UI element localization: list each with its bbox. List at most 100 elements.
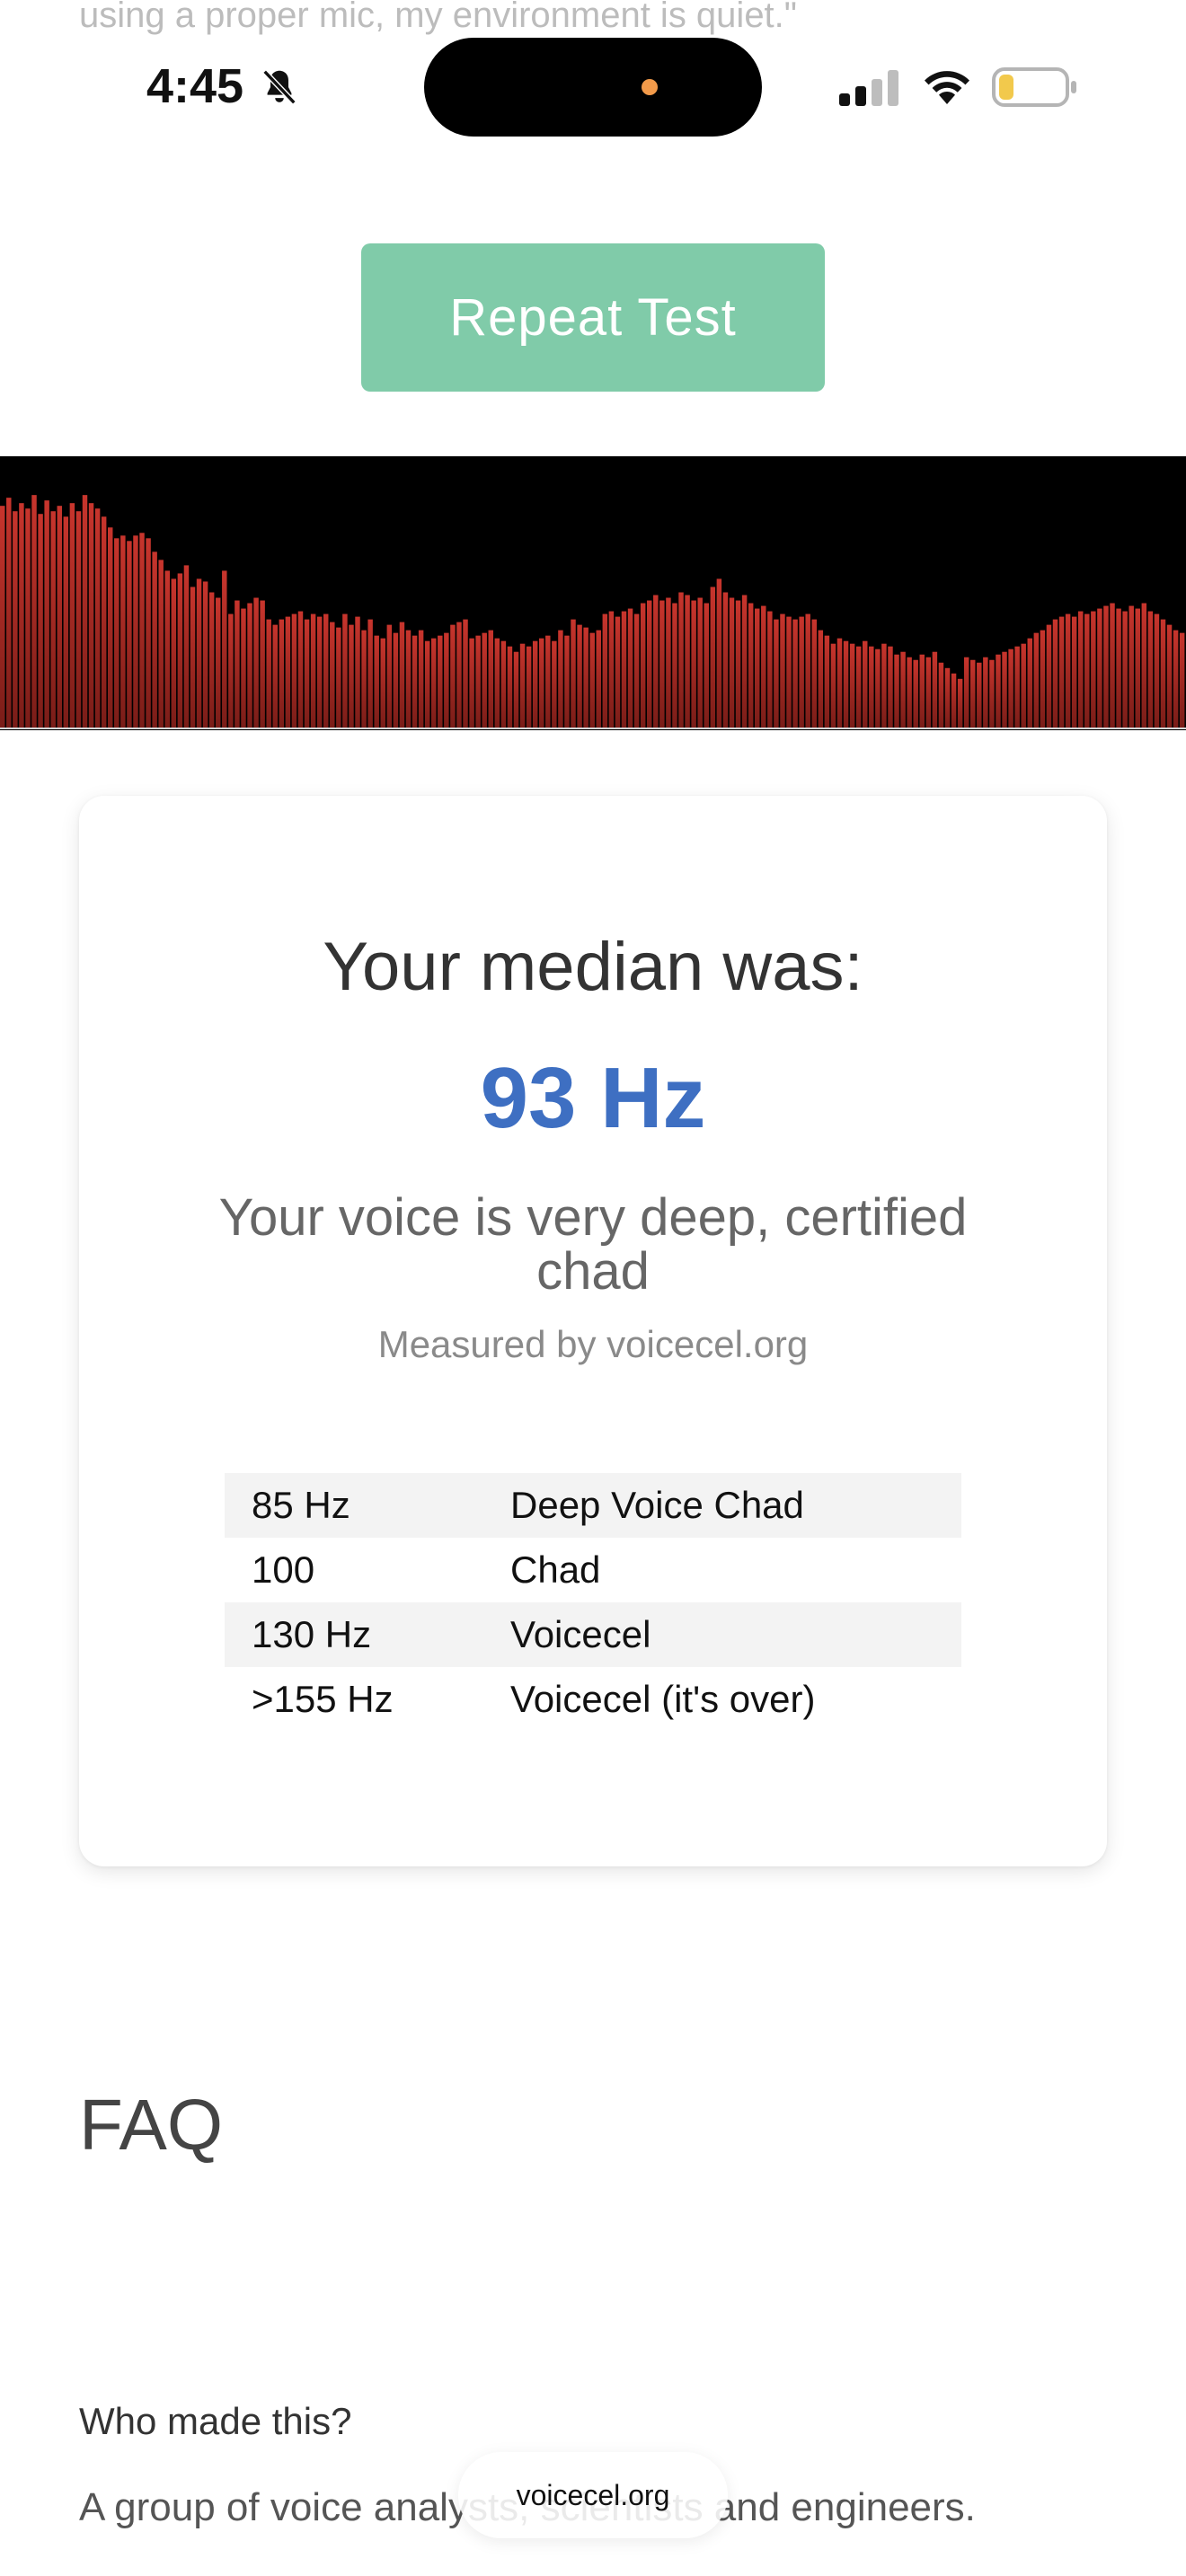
faq-question: Who made this? bbox=[79, 2400, 352, 2442]
visualizer-bar bbox=[1071, 616, 1077, 728]
visualizer-bar bbox=[805, 613, 810, 728]
visualizer-bar bbox=[463, 619, 468, 728]
visualizer-bar bbox=[685, 595, 690, 728]
visualizer-bar bbox=[691, 600, 696, 728]
visualizer-bar bbox=[241, 608, 246, 728]
visualizer-bar bbox=[146, 538, 151, 728]
range-frequency: >155 Hz bbox=[252, 1678, 394, 1720]
visualizer-bar bbox=[513, 651, 519, 728]
visualizer-bar bbox=[1008, 648, 1013, 728]
browser-url-bar[interactable]: voicecel.org bbox=[458, 2452, 728, 2538]
visualizer-bar bbox=[438, 635, 443, 728]
visualizer-bar bbox=[0, 506, 5, 728]
visualizer-bar bbox=[177, 573, 183, 728]
visualizer-bar bbox=[855, 646, 862, 728]
visualizer-bar bbox=[799, 616, 804, 728]
visualizer-bar bbox=[963, 657, 969, 728]
visualizer-bar bbox=[792, 619, 798, 728]
visualizer-bar bbox=[577, 624, 582, 728]
visualizer-bar bbox=[1052, 619, 1058, 728]
visualizer-bar bbox=[824, 635, 830, 728]
visualizer-bar bbox=[507, 646, 513, 728]
visualizer-bar bbox=[323, 613, 329, 728]
visualizer-bar bbox=[291, 613, 297, 728]
visualizer-bar bbox=[755, 608, 760, 728]
visualizer-bar bbox=[228, 613, 234, 728]
visualizer-bar bbox=[139, 533, 145, 728]
visualizer-bar bbox=[482, 632, 487, 728]
visualizer-bar bbox=[164, 570, 170, 728]
visualizer-bar bbox=[94, 508, 101, 728]
visualizer-bar bbox=[310, 613, 316, 728]
visualizer-bar bbox=[38, 514, 43, 728]
visualizer-bar bbox=[761, 605, 766, 728]
visualizer-bar bbox=[500, 640, 507, 728]
visualizer-bar bbox=[272, 624, 278, 728]
visualizer-bar bbox=[545, 635, 551, 728]
pitch-range-table: 85 Hz Deep Voice Chad 100 Chad 130 Hz Vo… bbox=[225, 1473, 961, 1732]
visualizer-bar bbox=[532, 640, 538, 728]
visualizer-bar bbox=[431, 638, 437, 728]
visualizer-bar bbox=[977, 662, 982, 728]
visualizer-bar bbox=[133, 535, 138, 728]
visualizer-bar bbox=[983, 657, 988, 728]
visualizer-bar bbox=[558, 630, 563, 728]
range-label: Deep Voice Chad bbox=[483, 1473, 961, 1538]
visualizer-bar bbox=[1078, 611, 1084, 728]
range-label: Voicecel (it's over) bbox=[510, 1678, 816, 1720]
visualizer-bar bbox=[564, 635, 570, 728]
visualizer-bar bbox=[6, 498, 12, 728]
visualizer-bar bbox=[1040, 630, 1046, 728]
visualizer-bar bbox=[50, 511, 56, 728]
visualizer-bar bbox=[235, 600, 240, 728]
visualizer-bar bbox=[951, 673, 957, 728]
visualizer-bar bbox=[488, 630, 493, 728]
visualizer-bar bbox=[697, 597, 703, 728]
visualizer-bar bbox=[526, 646, 532, 728]
wifi-icon bbox=[925, 71, 969, 104]
battery-low-icon bbox=[992, 67, 1076, 107]
frequency-visualizer bbox=[0, 456, 1186, 730]
previous-section-text: using a proper mic, my environment is qu… bbox=[79, 0, 797, 35]
range-label: Chad bbox=[510, 1548, 601, 1591]
visualizer-bar bbox=[1160, 619, 1166, 728]
visualizer-bar bbox=[405, 630, 412, 728]
visualizer-bar bbox=[621, 611, 627, 728]
visualizer-bar bbox=[253, 597, 259, 728]
visualizer-bar bbox=[399, 622, 405, 728]
visualizer-bar bbox=[44, 500, 49, 728]
visualizer-bar bbox=[849, 643, 855, 728]
visualizer-bar bbox=[627, 608, 633, 728]
visualizer-bar bbox=[316, 616, 323, 728]
signal-icon bbox=[839, 70, 898, 106]
visualizer-bar bbox=[475, 635, 481, 728]
visualizer-bar bbox=[881, 643, 887, 728]
visualizer-bar bbox=[13, 511, 18, 728]
table-row: 85 Hz Deep Voice Chad bbox=[225, 1473, 961, 1538]
visualizer-bar bbox=[374, 635, 379, 728]
visualizer-bar bbox=[82, 495, 88, 728]
visualizer-bar bbox=[196, 578, 202, 728]
visualizer-bar bbox=[355, 616, 360, 728]
visualizer-bar bbox=[710, 587, 716, 728]
visualizer-bar bbox=[640, 603, 646, 728]
visualizer-bar bbox=[818, 630, 824, 728]
visualizer-bar bbox=[222, 570, 227, 728]
visualizer-bar bbox=[208, 592, 215, 728]
visualizer-bar bbox=[108, 527, 113, 728]
visualizer-bar bbox=[1097, 608, 1102, 728]
repeat-test-button[interactable]: Repeat Test bbox=[361, 243, 825, 392]
bell-slash-icon bbox=[262, 69, 296, 105]
visualizer-bar bbox=[1002, 651, 1007, 728]
visualizer-bar bbox=[919, 654, 925, 728]
visualizer-bar bbox=[957, 678, 963, 728]
visualizer-bar bbox=[1103, 605, 1109, 728]
visualizer-bar bbox=[304, 619, 310, 728]
visualizer-bar bbox=[31, 495, 37, 728]
visualizer-bar bbox=[519, 643, 526, 728]
visualizer-bar bbox=[1014, 646, 1020, 728]
visualizer-bar bbox=[88, 503, 94, 728]
visualizer-bar bbox=[285, 616, 291, 728]
visualizer-bar bbox=[678, 592, 684, 728]
visualizer-bar bbox=[653, 595, 659, 728]
